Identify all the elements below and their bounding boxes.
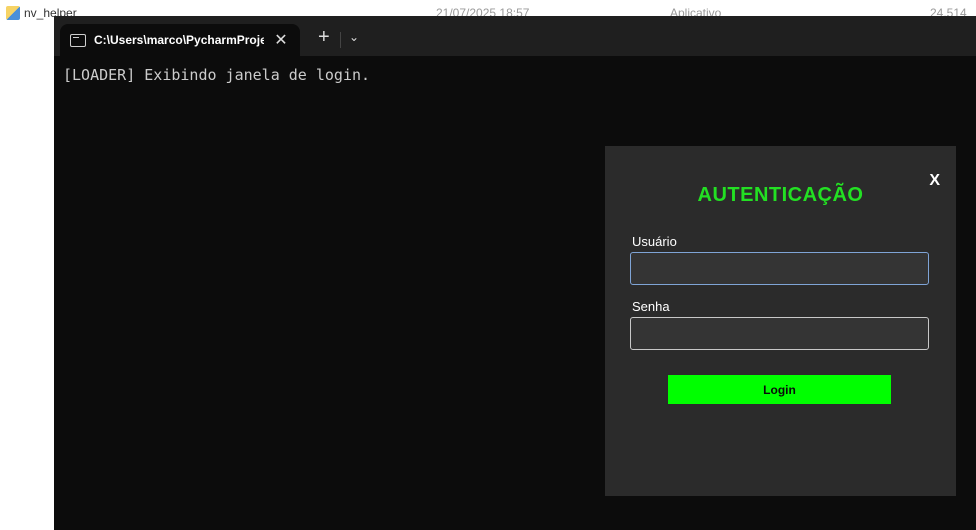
terminal-tab-title: C:\Users\marco\PycharmProje: [94, 33, 264, 47]
tab-divider: [340, 32, 341, 48]
explorer-left-strip: [0, 26, 54, 530]
password-input[interactable]: [630, 317, 929, 350]
password-label: Senha: [632, 299, 670, 314]
login-button[interactable]: Login: [668, 375, 891, 404]
chevron-down-icon[interactable]: ⌄: [349, 30, 359, 44]
terminal-tab[interactable]: C:\Users\marco\PycharmProje ✕: [60, 24, 300, 56]
command-prompt-icon: [70, 33, 86, 47]
new-tab-icon[interactable]: +: [318, 27, 330, 47]
terminal-output-line: [LOADER] Exibindo janela de login.: [63, 66, 371, 84]
username-input[interactable]: [630, 252, 929, 285]
dialog-title: AUTENTICAÇÃO: [697, 184, 864, 206]
close-tab-icon[interactable]: ✕: [272, 30, 290, 50]
terminal-tab-bar: C:\Users\marco\PycharmProje ✕ + ⌄: [54, 16, 976, 56]
login-dialog: X AUTENTICAÇÃO Usuário Senha Login: [605, 146, 956, 496]
terminal-window: C:\Users\marco\PycharmProje ✕ + ⌄ [LOADE…: [54, 16, 976, 530]
username-label: Usuário: [632, 234, 677, 249]
application-file-icon: [6, 6, 20, 20]
